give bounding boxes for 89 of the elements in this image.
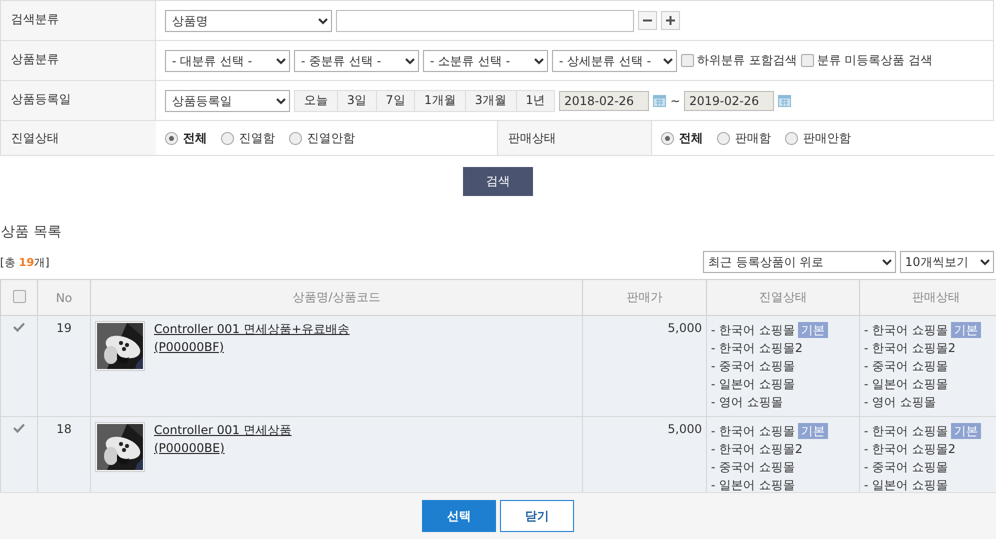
column-header: 진열상태 — [706, 280, 860, 316]
radio-button[interactable] — [221, 132, 234, 144]
table-cell: 5,000 — [582, 316, 706, 416]
shop-status-text: - 한국어 쇼핑몰 — [864, 323, 948, 337]
default-tag: 기본 — [950, 322, 981, 338]
category-select[interactable]: - 중분류 선택 - — [294, 50, 419, 72]
end-date-field[interactable]: 2019-02-26 — [684, 90, 774, 110]
default-tag: 기본 — [798, 423, 828, 439]
product-code-link[interactable]: (P00000BE) — [154, 441, 292, 455]
checkbox[interactable] — [800, 54, 814, 67]
radio-label: 판매안함 — [803, 130, 851, 146]
start-date-field[interactable]: 2018-02-26 — [559, 90, 650, 110]
product-name-link[interactable]: Controller 001 면세상품 — [154, 422, 292, 439]
shop-status-text: - 일본어 쇼핑몰 — [711, 478, 795, 492]
shop-status-text: - 한국어 쇼핑몰 — [864, 424, 948, 438]
column-header: 판매상태 — [860, 280, 996, 316]
field-label: 판매상태 — [497, 121, 652, 155]
page-size-select[interactable]: 10개씩보기 — [900, 251, 994, 273]
section-title: 상품 목록 — [1, 223, 62, 241]
table-cell: 19 — [38, 316, 90, 416]
default-tag: 기본 — [798, 322, 828, 338]
field-label: 상품분류 — [1, 41, 156, 81]
radio-label: 진열함 — [239, 130, 275, 146]
period-button[interactable]: 1개월 — [415, 90, 466, 112]
shop-status-text: - 일본어 쇼핑몰 — [864, 478, 948, 492]
radio-button[interactable] — [661, 132, 674, 144]
period-button[interactable]: 3일 — [338, 90, 377, 112]
keyword-input-field[interactable] — [336, 10, 634, 32]
product-thumbnail[interactable] — [95, 321, 145, 371]
sort-select[interactable]: 최근 등록상품이 위로 — [703, 251, 896, 273]
remove-button[interactable] — [638, 11, 657, 30]
shop-status-text: - 영어 쇼핑몰 — [864, 395, 936, 409]
category-select[interactable]: - 소분류 선택 - — [423, 50, 548, 72]
category-select[interactable]: - 대분류 선택 - — [165, 50, 290, 72]
check-icon[interactable] — [13, 423, 25, 433]
product-code-link[interactable]: (P00000BF) — [154, 340, 350, 354]
shop-status-text: - 중국어 쇼핑몰 — [864, 359, 948, 373]
field-label: 진열상태 — [1, 121, 156, 155]
radio-label: 전체 — [183, 130, 207, 146]
column-header: 판매가 — [582, 280, 706, 316]
range-separator: ~ — [670, 94, 680, 108]
column-header: 상품명/상품코드 — [90, 280, 582, 316]
table-cell: 18 — [38, 416, 90, 492]
radio-button[interactable] — [165, 132, 178, 144]
product-name-link[interactable]: Controller 001 면세상품+유료배송 — [154, 321, 350, 338]
search-button[interactable]: 검색 — [463, 167, 533, 196]
shop-status-text: - 중국어 쇼핑몰 — [711, 359, 795, 373]
shop-status-text: - 한국어 쇼핑몰 — [711, 323, 795, 337]
shop-status-text: - 한국어 쇼핑몰2 — [711, 442, 803, 456]
shop-status-text: - 한국어 쇼핑몰 — [711, 424, 795, 438]
radio-button[interactable] — [785, 132, 798, 144]
field-label: 검색분류 — [1, 1, 156, 41]
plus-icon — [666, 16, 675, 25]
shop-status-text: - 중국어 쇼핑몰 — [711, 460, 795, 474]
table-cell: 5,000 — [582, 416, 706, 492]
period-button[interactable]: 오늘 — [294, 90, 338, 112]
checkbox-label: 분류 미등록상품 검색 — [816, 52, 932, 69]
footer-button[interactable]: 선택 — [422, 500, 496, 532]
total-count: [총 19개] — [0, 256, 50, 268]
select-all-checkbox[interactable] — [12, 290, 26, 302]
add-button[interactable] — [661, 11, 680, 30]
radio-label: 전체 — [679, 130, 703, 146]
footer-button[interactable]: 닫기 — [500, 500, 574, 532]
product-thumbnail[interactable] — [95, 422, 145, 472]
shop-status-text: - 한국어 쇼핑몰2 — [711, 341, 803, 355]
shop-status-text: - 일본어 쇼핑몰 — [864, 377, 948, 391]
category-select[interactable]: - 상세분류 선택 - — [552, 50, 677, 72]
check-icon[interactable] — [13, 322, 25, 332]
period-button[interactable]: 1년 — [516, 90, 556, 112]
field-label: 상품등록일 — [1, 81, 156, 121]
radio-label: 진열안함 — [307, 130, 355, 146]
shop-status-text: - 한국어 쇼핑몰2 — [864, 341, 956, 355]
search-type-select[interactable]: 상품명 — [165, 10, 332, 32]
shop-status-text: - 중국어 쇼핑몰 — [864, 460, 948, 474]
period-button[interactable]: 3개월 — [466, 90, 517, 112]
calendar-icon[interactable] — [778, 94, 792, 107]
radio-label: 판매함 — [735, 130, 771, 146]
radio-button[interactable] — [289, 132, 302, 144]
shop-status-text: - 영어 쇼핑몰 — [711, 395, 783, 409]
shop-status-text: - 한국어 쇼핑몰2 — [864, 442, 956, 456]
default-tag: 기본 — [950, 423, 981, 439]
period-button[interactable]: 7일 — [376, 90, 416, 112]
date-type-select[interactable]: 상품등록일 — [165, 90, 290, 112]
shop-status-text: - 일본어 쇼핑몰 — [711, 377, 795, 391]
checkbox[interactable] — [681, 54, 694, 67]
radio-button[interactable] — [717, 132, 730, 144]
calendar-icon[interactable] — [653, 94, 666, 107]
column-header: No — [38, 280, 90, 316]
checkbox-label: 하위분류 포함검색 — [697, 52, 797, 69]
